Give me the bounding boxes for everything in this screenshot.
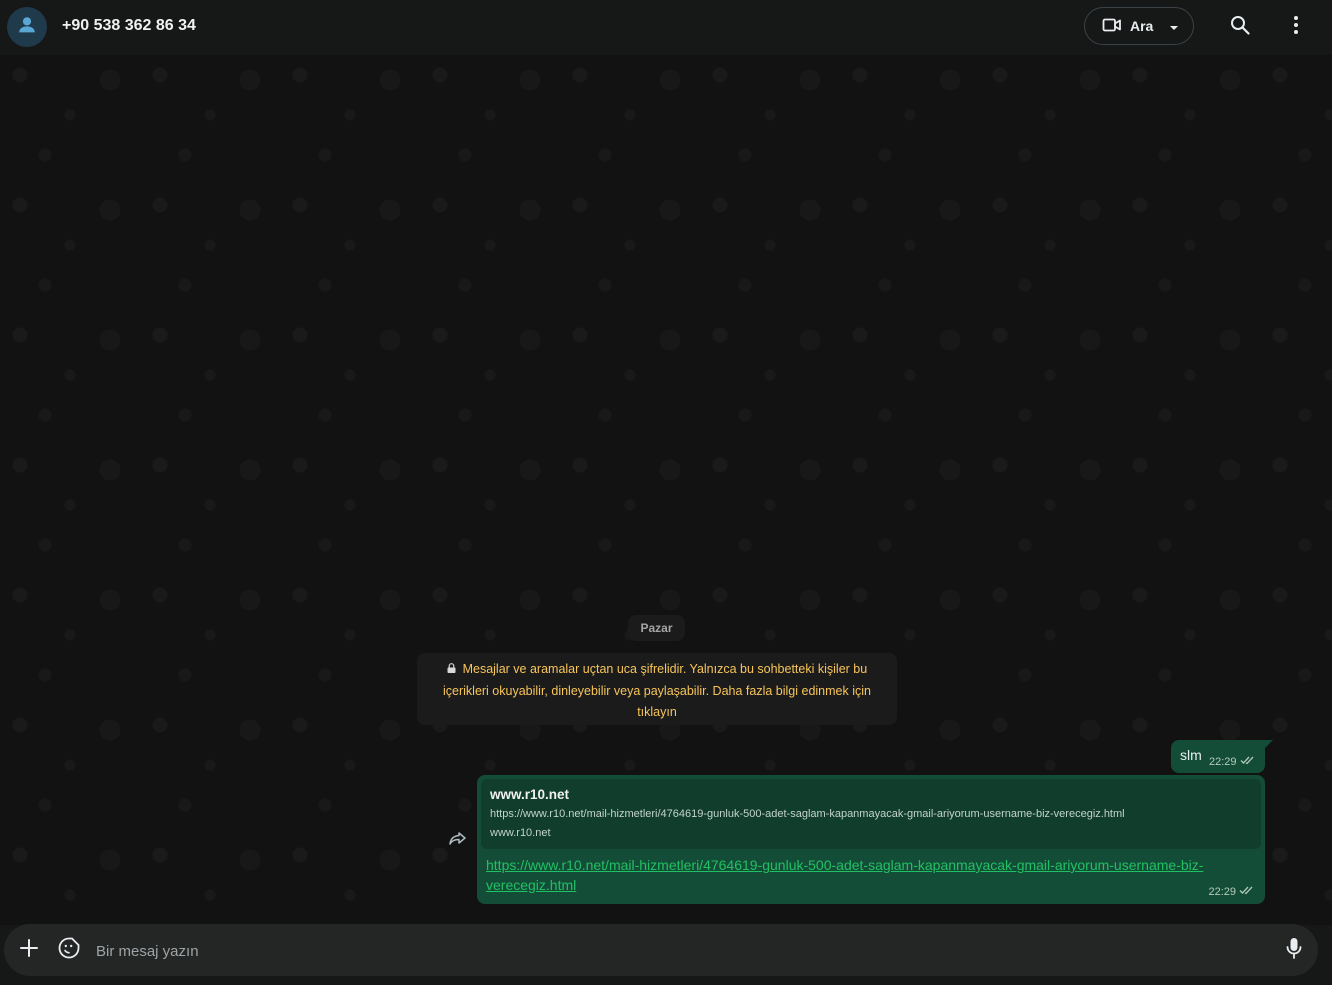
contact-avatar[interactable] [7, 7, 47, 47]
microphone-icon [1286, 937, 1302, 964]
call-button-label: Ara [1130, 18, 1154, 34]
link-preview-title: www.r10.net [490, 787, 570, 802]
encryption-notice-text: Mesajlar ve aramalar uçtan uca şifrelidi… [443, 662, 871, 719]
contact-name[interactable]: +90 538 362 86 34 [62, 17, 196, 35]
link-preview-description: https://www.r10.net/mail-hizmetleri/4764… [490, 808, 1125, 820]
more-vert-icon [1293, 15, 1299, 40]
message-time: 22:29 [1208, 885, 1236, 898]
forward-button[interactable] [446, 828, 470, 852]
message-time: 22:29 [1209, 755, 1237, 768]
message-bubble-link[interactable]: www.r10.net https://www.r10.net/mail-hiz… [477, 775, 1265, 904]
date-chip: Pazar [628, 615, 685, 641]
search-button[interactable] [1226, 13, 1254, 41]
message-text: slm [1180, 747, 1202, 763]
message-meta: 22:29 [1209, 755, 1256, 768]
plus-icon [20, 938, 38, 962]
chevron-down-icon [1169, 18, 1179, 34]
composer [4, 924, 1318, 978]
search-icon [1230, 15, 1250, 40]
sticker-icon [58, 937, 80, 964]
person-icon [16, 14, 38, 41]
message-input[interactable] [94, 924, 1248, 978]
voice-button[interactable] [1280, 936, 1308, 964]
sticker-button[interactable] [55, 936, 83, 964]
double-check-icon [1240, 755, 1256, 768]
call-button[interactable]: Ara [1084, 7, 1194, 45]
attach-button[interactable] [15, 936, 43, 964]
link-preview-domain: www.r10.net [490, 827, 551, 839]
lock-icon [447, 663, 459, 676]
encryption-notice[interactable]: Mesajlar ve aramalar uçtan uca şifrelidi… [417, 653, 897, 725]
message-meta: 22:29 [1208, 885, 1255, 898]
double-check-icon [1239, 885, 1255, 898]
menu-button[interactable] [1282, 13, 1310, 41]
chat-area[interactable]: Pazar Mesajlar ve aramalar uçtan uca şif… [0, 55, 1332, 925]
link-preview[interactable]: www.r10.net https://www.r10.net/mail-hiz… [481, 779, 1261, 849]
bubble-tail [1265, 740, 1273, 748]
message-bubble[interactable]: slm 22:29 [1171, 740, 1265, 773]
forward-icon [449, 831, 467, 850]
chat-header: +90 538 362 86 34 Ara [0, 0, 1332, 55]
message-link[interactable]: https://www.r10.net/mail-hizmetleri/4764… [486, 855, 1246, 895]
video-icon [1102, 17, 1122, 36]
